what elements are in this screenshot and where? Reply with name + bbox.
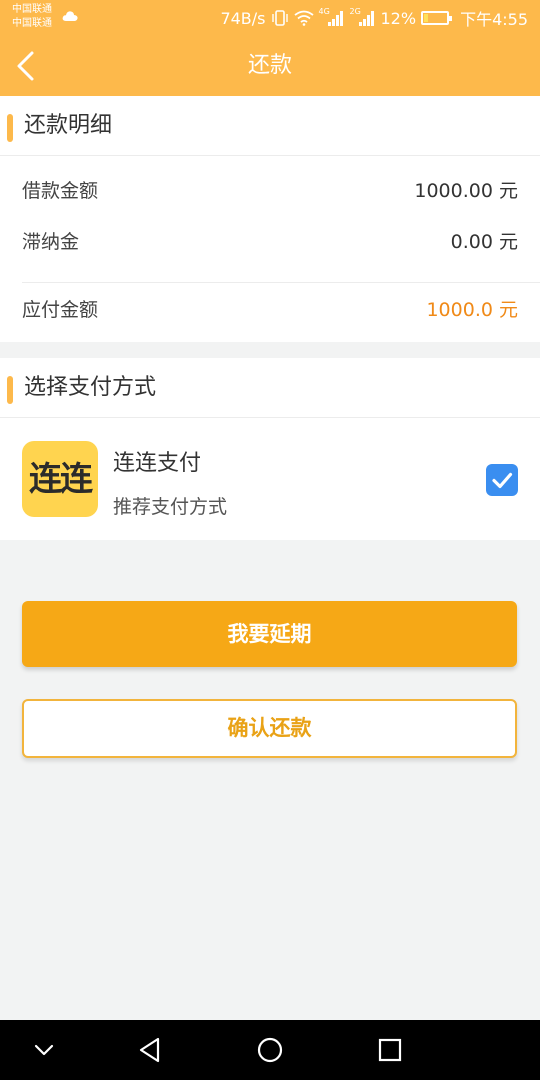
loan-amount-value: 1000.00 元 xyxy=(414,180,518,202)
carrier-info: 中国联通 中国联通 xyxy=(12,3,52,31)
loan-amount-label: 借款金额 xyxy=(22,180,99,202)
signal-2: 2G xyxy=(350,7,376,26)
late-fee-row: 滞纳金 0.00 元 xyxy=(22,227,518,254)
checkmark-icon xyxy=(492,472,513,489)
status-bar: 中国联通 中国联通 74B/s 4G 2G 12% 下午4:55 xyxy=(0,0,540,36)
late-fee-label: 滞纳金 xyxy=(22,231,80,253)
divider xyxy=(22,282,540,283)
page-title: 还款 xyxy=(247,53,292,78)
confirm-repayment-button[interactable]: 确认还款 xyxy=(22,699,517,758)
payable-amount-value: 1000.0 元 xyxy=(426,299,518,321)
payment-method-name: 连连支付 xyxy=(113,451,202,476)
vibrate-icon xyxy=(271,10,288,26)
status-right: 74B/s 4G 2G 12% 下午4:55 xyxy=(220,7,528,29)
signal-bars-icon xyxy=(327,11,343,26)
lianlian-logo: 连连 xyxy=(22,441,98,517)
network-speed: 74B/s xyxy=(220,8,266,28)
back-triangle-icon[interactable] xyxy=(136,1036,164,1064)
payment-section-title: 选择支付方式 xyxy=(24,375,157,400)
accent-bar xyxy=(7,114,13,142)
battery-percent: 12% xyxy=(380,8,417,28)
payment-method-card: 选择支付方式 连连 连连支付 推荐支付方式 xyxy=(0,358,540,540)
detail-section-title: 还款明细 xyxy=(24,113,113,138)
extend-button[interactable]: 我要延期 xyxy=(22,601,517,667)
carrier-2: 中国联通 xyxy=(12,18,52,29)
cloud-icon xyxy=(62,11,78,21)
wifi-icon xyxy=(293,10,314,26)
recent-apps-square-icon[interactable] xyxy=(376,1036,404,1064)
detail-section-header: 还款明细 xyxy=(0,96,540,156)
loan-amount-row: 借款金额 1000.00 元 xyxy=(22,176,518,203)
signal-bars-icon xyxy=(358,11,374,26)
payment-checkbox[interactable] xyxy=(486,464,518,496)
chevron-down-icon[interactable] xyxy=(30,1036,58,1064)
payable-amount-row: 应付金额 1000.0 元 xyxy=(22,295,518,322)
clock: 下午4:55 xyxy=(460,10,528,29)
signal-1: 4G xyxy=(319,7,345,26)
payment-method-subtitle: 推荐支付方式 xyxy=(113,496,228,518)
carrier-1: 中国联通 xyxy=(12,4,52,15)
system-nav-bar xyxy=(0,1020,540,1080)
payment-option-lianlian[interactable]: 连连 连连支付 推荐支付方式 xyxy=(0,419,540,540)
home-circle-icon[interactable] xyxy=(256,1036,284,1064)
accent-bar xyxy=(7,376,13,404)
nav-bar: 还款 xyxy=(0,36,540,96)
late-fee-value: 0.00 元 xyxy=(450,231,518,253)
battery-icon xyxy=(421,11,453,25)
payment-section-header: 选择支付方式 xyxy=(0,358,540,418)
repayment-detail-card: 还款明细 借款金额 1000.00 元 滞纳金 0.00 元 应付金额 1000… xyxy=(0,96,540,342)
payable-amount-label: 应付金额 xyxy=(22,299,99,321)
